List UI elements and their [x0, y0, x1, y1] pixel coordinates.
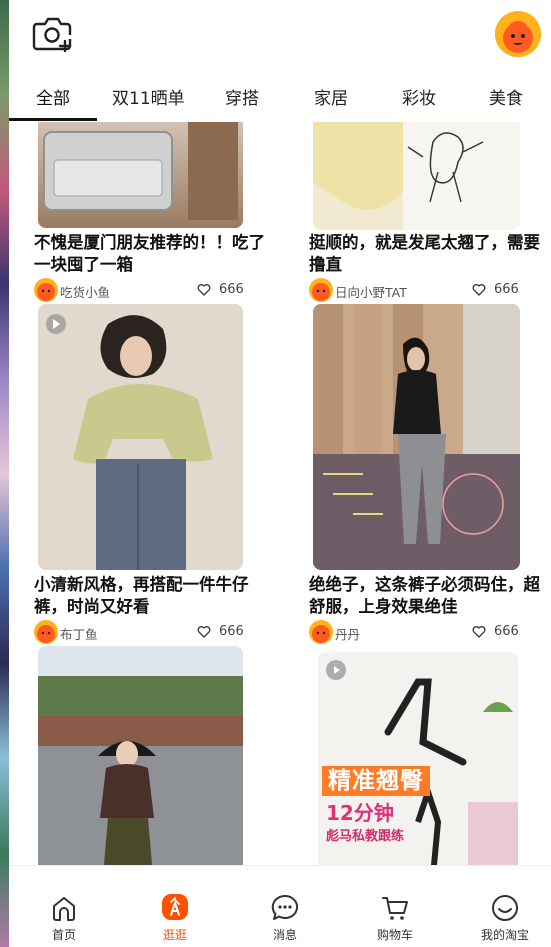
card-title[interactable]: 绝绝子，这条裤子必须码住，超舒服，上身效果绝佳 [309, 574, 541, 618]
card-photo[interactable] [38, 122, 243, 228]
card-photo[interactable] [38, 304, 243, 570]
mascot-avatar-icon[interactable] [495, 11, 541, 57]
like-count: 666 [494, 282, 519, 297]
nav-guangguang-label: 逛逛 [162, 928, 187, 942]
nav-messages-label: 消息 [272, 928, 297, 942]
app-screen: 全部 双11晒单 穿搭 家居 彩妆 美食 不愧是厦门朋友推荐的！！吃了一块囤了一… [9, 0, 551, 947]
overlay-headline: 精准翘臀 [322, 766, 430, 796]
card-meta: 日向小野TAT 666 [309, 278, 523, 302]
category-tabs: 全部 双11晒单 穿搭 家居 彩妆 美食 [9, 72, 551, 122]
header [9, 0, 551, 68]
camera-add-icon[interactable] [31, 12, 75, 54]
card-meta: 吃货小鱼 666 [34, 278, 248, 302]
card-photo[interactable]: 精准翘臀 12分钟 彪马私教跟练 [318, 652, 518, 865]
card-photo[interactable] [313, 304, 520, 570]
overlay-caption: 彪马私教跟练 [326, 829, 405, 844]
author-avatar[interactable] [34, 620, 58, 644]
nav-profile-label: 我的淘宝 [480, 928, 529, 942]
heart-icon[interactable] [197, 283, 211, 297]
tab-double11[interactable]: 双11晒单 [112, 84, 185, 109]
card-meta: 丹丹 666 [309, 620, 523, 644]
card-photo[interactable] [313, 122, 520, 230]
overlay-sub: 12分钟 [326, 801, 394, 825]
guangguang-icon [162, 894, 188, 920]
author-name[interactable]: 日向小野TAT [335, 282, 407, 301]
like-count: 666 [219, 282, 244, 297]
nav-home[interactable]: 首页 [24, 866, 104, 947]
profile-icon [492, 895, 518, 921]
heart-icon[interactable] [197, 625, 211, 639]
nav-guangguang[interactable]: 逛逛 [135, 866, 215, 947]
card-title[interactable]: 小清新风格，再搭配一件牛仔裤，时尚又好看 [34, 574, 266, 618]
active-tab-indicator [9, 118, 97, 121]
tab-food[interactable]: 美食 [489, 84, 523, 109]
cart-icon [382, 897, 408, 920]
author-avatar[interactable] [309, 278, 333, 302]
author-name[interactable]: 丹丹 [335, 624, 360, 643]
nav-home-label: 首页 [51, 928, 76, 942]
heart-icon[interactable] [472, 283, 486, 297]
content-feed[interactable]: 不愧是厦门朋友推荐的！！吃了一块囤了一箱 吃货小鱼 666 挺顺的，就是发尾太翘… [9, 122, 551, 865]
author-avatar[interactable] [34, 278, 58, 302]
author-avatar[interactable] [309, 620, 333, 644]
nav-cart-label: 购物车 [376, 928, 413, 942]
tab-makeup[interactable]: 彩妆 [402, 84, 436, 109]
heart-icon[interactable] [472, 625, 486, 639]
tab-home[interactable]: 家居 [314, 84, 348, 109]
video-play-icon[interactable] [326, 660, 346, 680]
message-icon [271, 894, 299, 920]
wallpaper-strip [0, 0, 9, 947]
home-icon [53, 897, 75, 921]
tab-all[interactable]: 全部 [36, 84, 70, 109]
card-meta: 布丁鱼 666 [34, 620, 248, 644]
card-title[interactable]: 挺顺的，就是发尾太翘了，需要撸直 [309, 232, 541, 276]
nav-cart[interactable]: 购物车 [355, 866, 435, 947]
like-count: 666 [494, 624, 519, 639]
card-title[interactable]: 不愧是厦门朋友推荐的！！吃了一块囤了一箱 [34, 232, 266, 276]
like-count: 666 [219, 624, 244, 639]
author-name[interactable]: 布丁鱼 [60, 624, 98, 643]
card-photo[interactable] [38, 646, 243, 865]
nav-profile[interactable]: 我的淘宝 [465, 866, 545, 947]
bottom-nav: 首页 逛逛 消息 购物车 我的淘宝 [9, 865, 551, 947]
author-name[interactable]: 吃货小鱼 [60, 282, 110, 301]
tab-outfit[interactable]: 穿搭 [225, 84, 259, 109]
nav-messages[interactable]: 消息 [245, 866, 325, 947]
